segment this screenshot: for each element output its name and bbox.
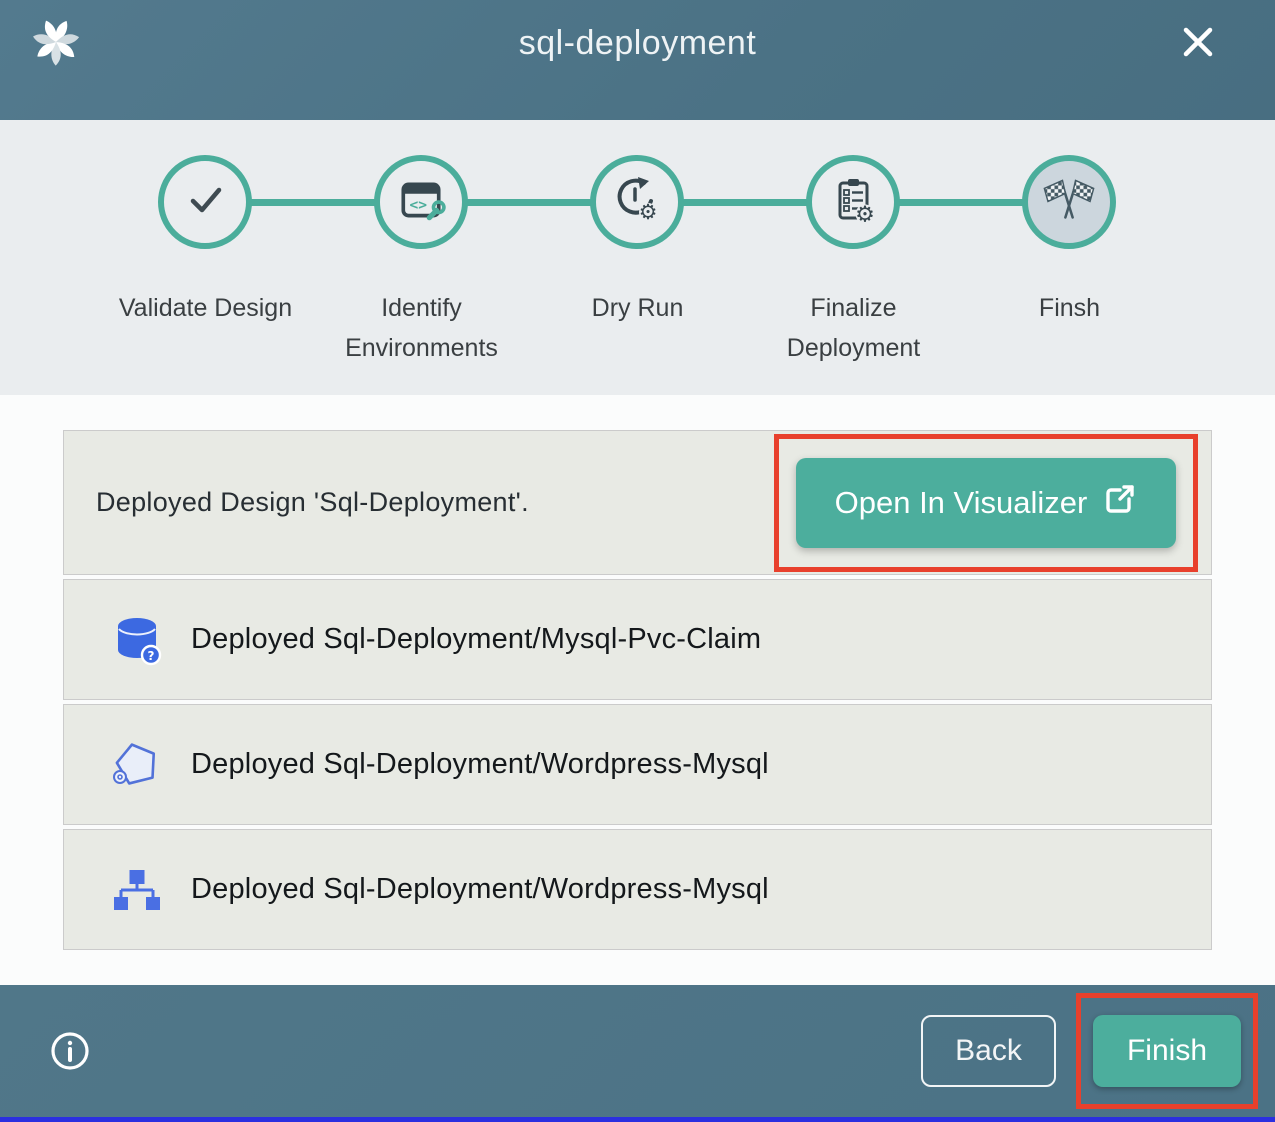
step-validate-design[interactable] [158,155,252,249]
check-icon [181,176,229,229]
step-label-dry-run: Dry Run [545,288,730,328]
modal-header: sql-deployment [0,0,1275,120]
svg-text:<>: <> [410,196,428,213]
finish-button[interactable]: Finish [1093,1015,1241,1087]
visualizer-button-label: Open In Visualizer [835,485,1088,521]
close-icon[interactable] [1176,20,1220,64]
result-row-text: Deployed Sql-Deployment/Mysql-Pvc-Claim [191,623,761,656]
visualizer-highlight-box: Open In Visualizer [774,434,1198,572]
design-result-message: Deployed Design 'Sql-Deployment'. [96,487,529,518]
result-row-wordpress: Deployed Sql-Deployment/Wordpress-Mysql [63,704,1212,825]
code-config-icon: <> [396,175,446,230]
back-button[interactable]: Back [921,1015,1056,1087]
step-dry-run[interactable]: ⚙ [590,155,684,249]
open-in-visualizer-button[interactable]: Open In Visualizer [796,458,1176,548]
dry-run-icon: ⚙ [611,174,663,231]
step-label-finalize-deployment: Finalize Deployment [761,288,946,368]
step-label-finish: Finsh [977,288,1162,328]
design-result-row: Deployed Design 'Sql-Deployment'. Open I… [63,430,1212,575]
svg-text:⚙: ⚙ [639,200,658,224]
modal-footer: Back Finish [0,985,1275,1117]
pod-shape-icon [111,739,163,791]
result-row-topology: Deployed Sql-Deployment/Wordpress-Mysql [63,829,1212,950]
result-row-text: Deployed Sql-Deployment/Wordpress-Mysql [191,748,769,781]
checklist-gear-icon: ⚙ [827,174,879,231]
step-label-identify-environments: Identify Environments [329,288,514,368]
finish-flags-icon [1040,171,1098,234]
step-finalize-deployment[interactable]: ⚙ [806,155,900,249]
external-link-icon [1103,482,1137,524]
deployment-results: Deployed Design 'Sql-Deployment'. Open I… [0,395,1275,985]
step-identify-environments[interactable]: <> [374,155,468,249]
info-icon[interactable] [50,1031,90,1071]
svg-text:⚙: ⚙ [855,202,875,226]
step-finish[interactable] [1022,155,1116,249]
modal-title: sql-deployment [0,24,1275,63]
wizard-stepper: <> ⚙ [0,120,1275,395]
topology-icon [111,864,163,916]
database-icon: ? [111,614,163,666]
finish-highlight-box: Finish [1076,993,1258,1109]
result-row-pvc: ? Deployed Sql-Deployment/Mysql-Pvc-Clai… [63,579,1212,700]
step-label-validate-design: Validate Design [113,288,298,328]
result-row-text: Deployed Sql-Deployment/Wordpress-Mysql [191,873,769,906]
svg-text:?: ? [148,649,155,663]
bottom-edge-bar [0,1117,1275,1122]
deployment-wizard-modal: sql-deployment <> [0,0,1275,1122]
